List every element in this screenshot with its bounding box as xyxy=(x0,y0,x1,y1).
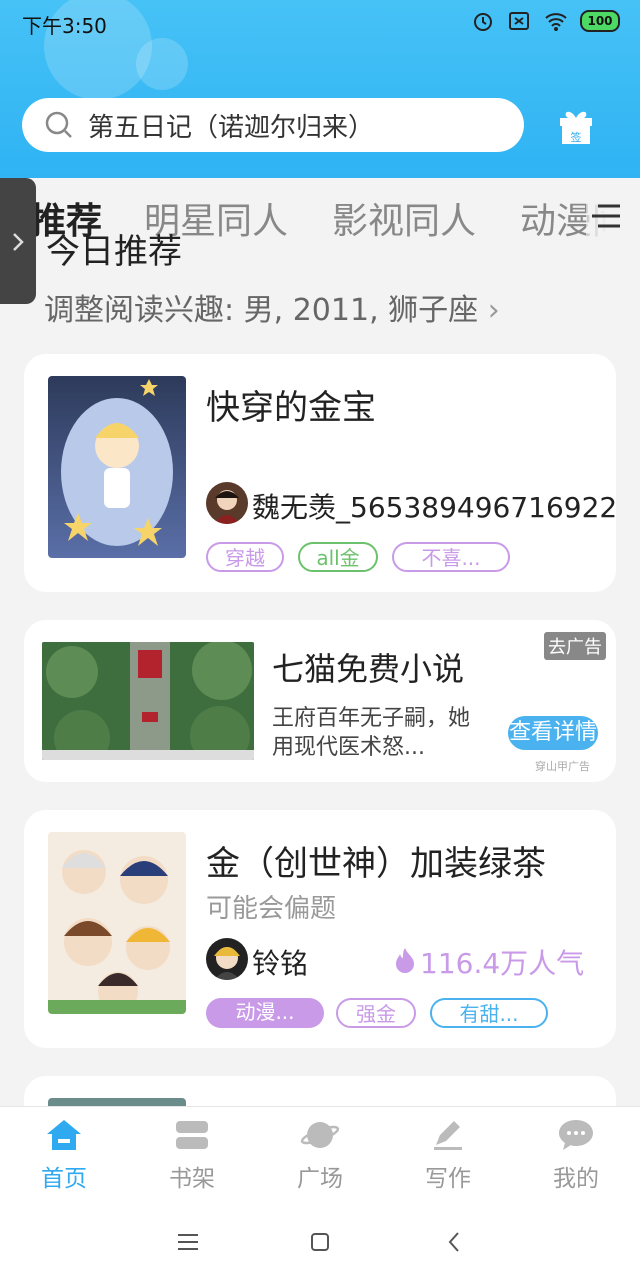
nav-write-label: 写作 xyxy=(425,1166,471,1192)
author-avatar xyxy=(206,482,248,524)
back-icon[interactable] xyxy=(446,1230,462,1254)
tab-film-fanfic[interactable]: 影视同人 xyxy=(332,192,476,244)
book-tag[interactable]: 动漫... xyxy=(206,998,324,1028)
sim-off-icon xyxy=(508,10,530,32)
recent-apps-icon[interactable] xyxy=(176,1232,200,1252)
book-cover xyxy=(48,832,186,1014)
nav-home[interactable]: 首页 xyxy=(14,1117,114,1193)
chat-bubble-icon xyxy=(559,1120,593,1150)
search-icon xyxy=(45,111,72,138)
menu-icon xyxy=(592,204,620,228)
book-tag[interactable]: 有甜... xyxy=(430,998,548,1028)
nav-bookshelf[interactable]: 书架 xyxy=(142,1117,242,1193)
search-input[interactable]: 第五日记（诺迦尔归来） xyxy=(88,107,374,144)
nav-home-label: 首页 xyxy=(41,1166,87,1192)
section-title: 今日推荐 xyxy=(46,232,182,266)
app-header: 下午3:50 100 第五日记（诺迦尔归来） 签 xyxy=(0,0,640,178)
wifi-icon xyxy=(544,10,567,32)
author-name: 魏无羡_5653894967169220 xyxy=(252,491,616,524)
pen-icon xyxy=(434,1121,462,1150)
book-tag[interactable]: 不喜... xyxy=(392,542,510,572)
fire-icon xyxy=(394,946,416,978)
gift-label: 签 xyxy=(571,130,582,144)
bookshelf-icon xyxy=(176,1121,208,1149)
book-subtitle: 可能会偏题 xyxy=(206,894,337,924)
status-time: 下午3:50 xyxy=(22,14,107,38)
book-tag[interactable]: 穿越 xyxy=(206,542,284,572)
reading-interest-link[interactable]: 调整阅读兴趣: 男, 2011, 狮子座 › xyxy=(44,285,500,329)
ad-view-details-button[interactable]: 查看详情 xyxy=(508,716,598,750)
ad-title: 七猫免费小说 xyxy=(272,650,465,688)
home-button-icon[interactable] xyxy=(309,1231,331,1253)
book-title: 快穿的金宝 xyxy=(206,388,376,428)
planet-icon xyxy=(300,1122,340,1148)
nav-square-label: 广场 xyxy=(297,1166,343,1192)
battery-indicator: 100 xyxy=(580,10,620,32)
nav-mine-label: 我的 xyxy=(553,1166,599,1192)
remove-ad-button[interactable]: 去广告 xyxy=(544,632,606,660)
nav-square[interactable]: 广场 xyxy=(270,1117,370,1193)
tab-menu-button[interactable] xyxy=(586,178,640,252)
ad-source: 穿山甲广告 xyxy=(535,760,590,773)
chevron-right-icon xyxy=(13,233,24,251)
book-card[interactable]: 金（创世神）加装绿茶 可能会偏题 铃铭 116.4万人气 动漫... 强金 有甜… xyxy=(24,810,616,1048)
nav-bookshelf-label: 书架 xyxy=(169,1166,215,1192)
home-icon xyxy=(47,1120,81,1150)
book-cover xyxy=(48,376,186,558)
system-nav-bar xyxy=(0,1204,640,1280)
alarm-icon xyxy=(472,10,494,32)
nav-mine[interactable]: 我的 xyxy=(526,1117,626,1193)
author-name: 铃铭 xyxy=(252,947,309,980)
chevron-right-icon: › xyxy=(487,293,500,328)
ad-card[interactable]: 去广告 七猫免费小说 王府百年无子嗣，她用现代医术怒... 查看详情 穿山甲广告 xyxy=(24,620,616,782)
gift-icon: 签 xyxy=(560,111,592,144)
book-tag[interactable]: 强金 xyxy=(336,998,416,1028)
ad-description: 王府百年无子嗣，她用现代医术怒... xyxy=(272,706,471,760)
popularity-count: 116.4万人气 xyxy=(420,947,585,980)
author-avatar xyxy=(206,938,248,980)
bottom-nav: 首页 书架 广场 写作 我的 xyxy=(0,1106,640,1205)
book-card[interactable]: 快穿的金宝 魏无羡_5653894967169220 穿越 all金 不喜... xyxy=(24,354,616,592)
checkin-gift-button[interactable]: 签 xyxy=(556,106,596,150)
side-drawer-handle[interactable] xyxy=(0,178,36,304)
reading-interest-text: 调整阅读兴趣: 男, 2011, 狮子座 xyxy=(44,293,479,328)
book-title: 金（创世神）加装绿茶 xyxy=(206,844,546,884)
nav-write[interactable]: 写作 xyxy=(398,1117,498,1193)
status-bar: 下午3:50 100 xyxy=(0,0,640,48)
search-bar[interactable]: 第五日记（诺迦尔归来） xyxy=(22,98,524,152)
ad-image xyxy=(42,642,254,760)
book-tag[interactable]: all金 xyxy=(298,542,378,572)
